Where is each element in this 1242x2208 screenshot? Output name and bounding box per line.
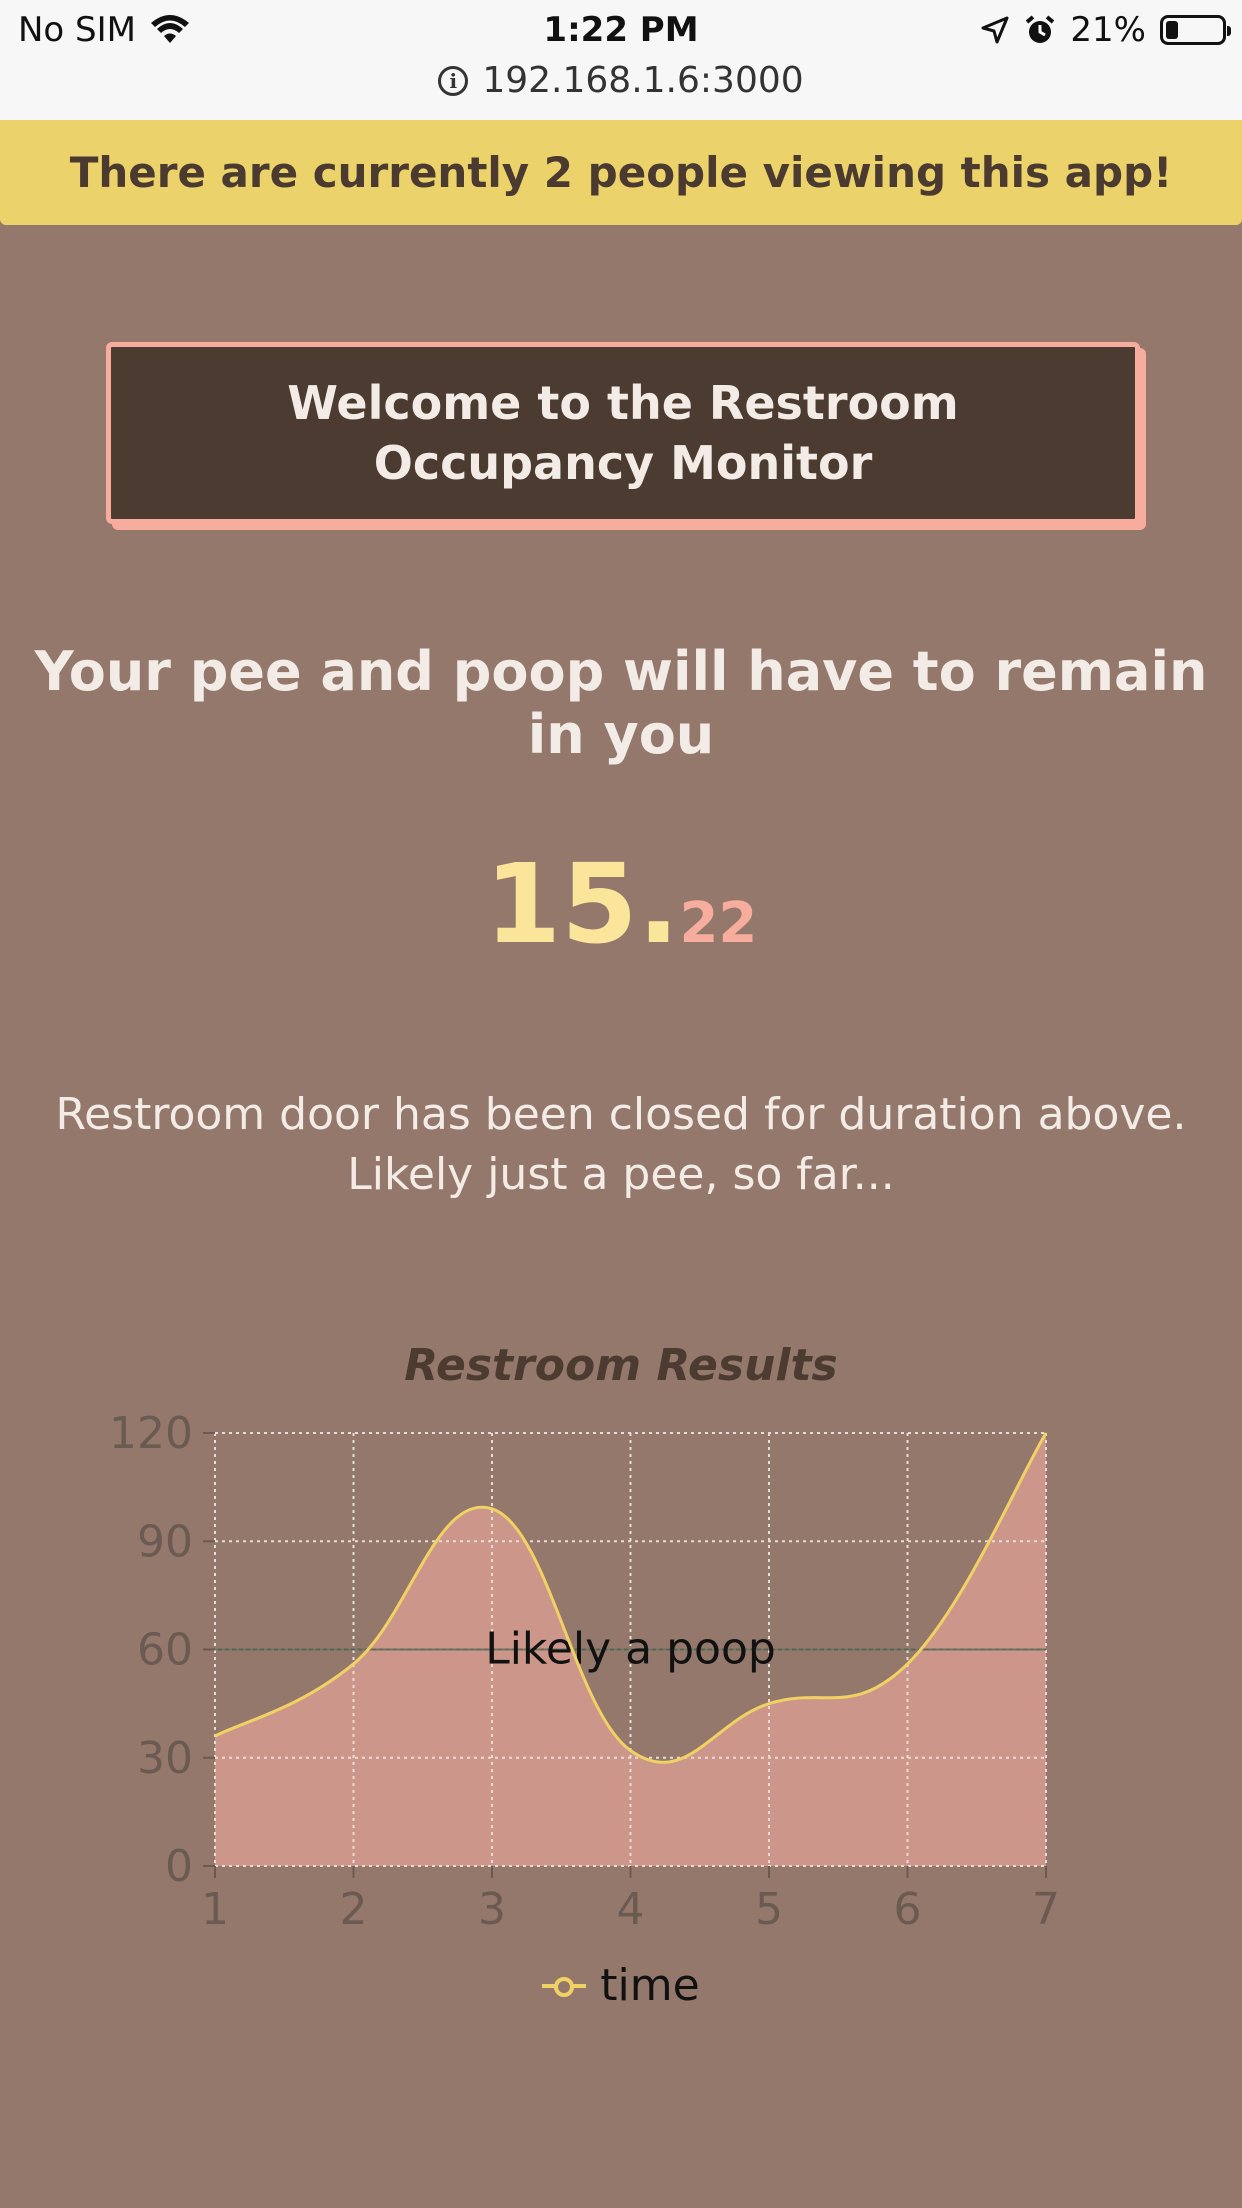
x-tick-label-5: 5 [755, 1884, 783, 1935]
battery-icon [1160, 15, 1231, 45]
door-status-line-2: Likely just a pee, so far... [347, 1149, 895, 1200]
y-tick-label-30: 30 [137, 1733, 193, 1784]
x-tick-label-1: 1 [201, 1884, 229, 1935]
door-status: Restroom door has been closed for durati… [0, 1085, 1242, 1205]
y-tick-label-90: 90 [137, 1516, 193, 1567]
x-tick-label-7: 7 [1032, 1884, 1060, 1935]
location-arrow-icon [981, 16, 1009, 44]
url-text[interactable]: 192.168.1.6:3000 [482, 60, 803, 101]
y-tick-label-0: 0 [165, 1841, 193, 1892]
legend-marker-icon [542, 1975, 587, 1997]
restroom-results-chart: Likely a poop 0 30 60 90 120 1 2 3 4 5 6 7 [109, 1408, 1060, 1935]
timer-whole: 15. [484, 840, 680, 968]
info-icon[interactable]: i [438, 65, 469, 96]
battery-percent: 21% [1070, 10, 1146, 50]
x-tick-label-2: 2 [340, 1884, 368, 1935]
welcome-text: Welcome to the Restroom Occupancy Monito… [287, 376, 959, 490]
door-status-line-1: Restroom door has been closed for durati… [55, 1089, 1187, 1140]
x-tick-label-6: 6 [894, 1884, 922, 1935]
status-headline: Your pee and poop will have to remain in… [34, 640, 1208, 766]
duration-timer: 15.22 [0, 840, 1242, 968]
chart-legend[interactable]: time [0, 1960, 1242, 2011]
timer-fraction: 22 [679, 891, 758, 956]
alarm-clock-icon [1026, 15, 1055, 43]
threshold-label: Likely a poop [485, 1624, 776, 1675]
y-tick-label-120: 120 [109, 1408, 193, 1459]
chart-title: Restroom Results [404, 1340, 838, 1391]
welcome-card: Welcome to the Restroom Occupancy Monito… [106, 342, 1140, 524]
status-bar: No SIM 1:22 PM 21% i 192.168.1.6:3000 [0, 0, 1242, 120]
address-bar[interactable]: i 192.168.1.6:3000 [0, 60, 1242, 101]
y-tick-label-60: 60 [137, 1625, 193, 1676]
x-tick-label-4: 4 [617, 1884, 645, 1935]
viewers-banner: There are currently 2 people viewing thi… [0, 120, 1242, 225]
status-right: 21% [980, 10, 1231, 50]
x-tick-label-3: 3 [478, 1884, 506, 1935]
legend-label[interactable]: time [600, 1960, 699, 2011]
